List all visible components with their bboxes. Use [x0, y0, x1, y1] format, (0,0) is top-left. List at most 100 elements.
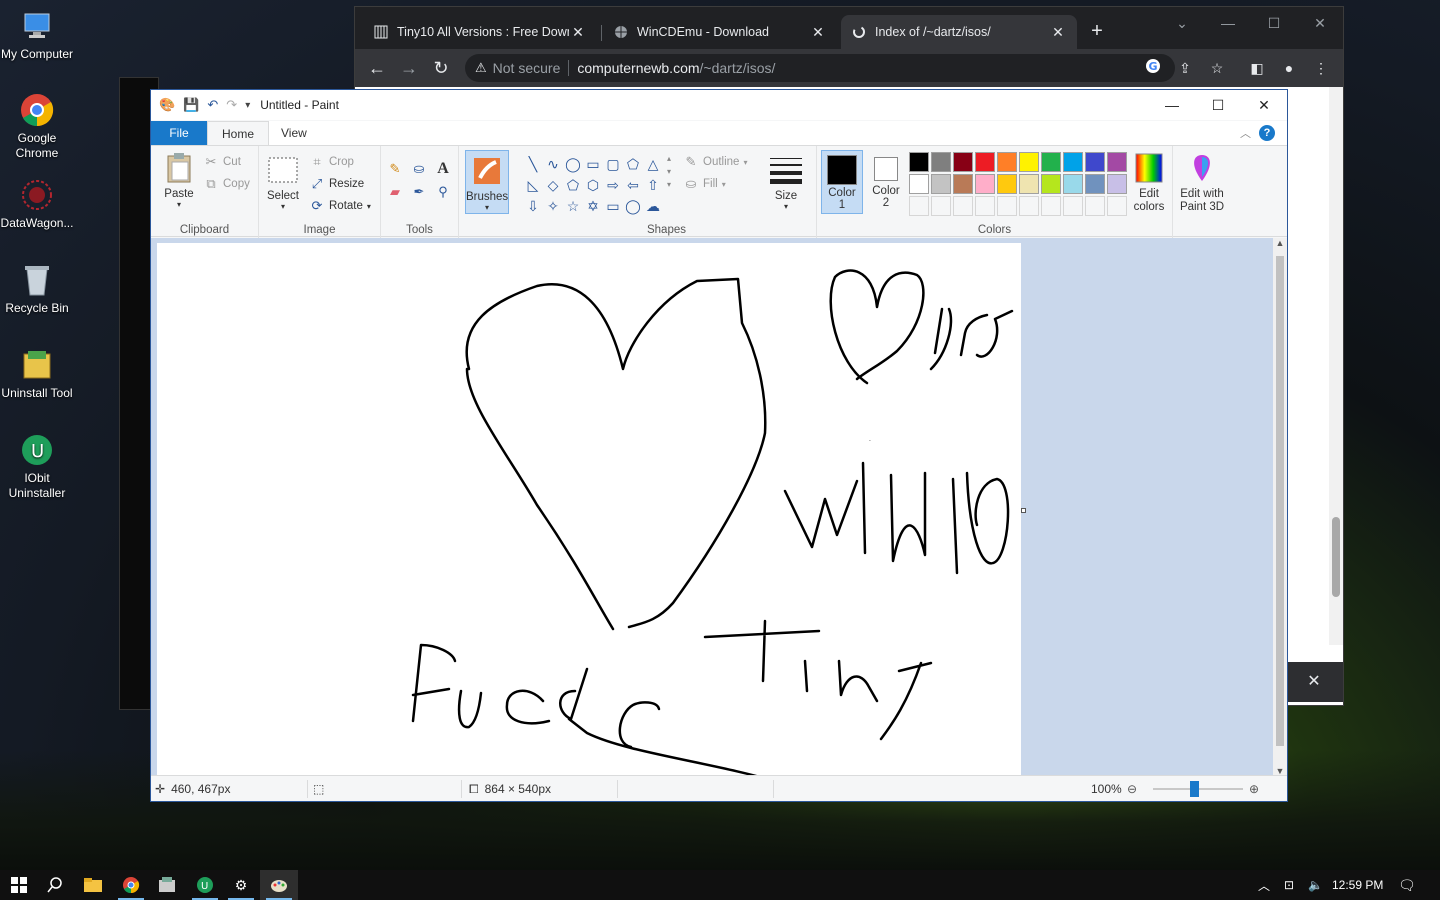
address-bar[interactable]: ⚠ Not secure computernewb.com/~dartz/iso… [465, 54, 1175, 82]
desktop-icon-google-chrome[interactable]: Google Chrome [0, 92, 74, 161]
palette-swatch[interactable] [997, 174, 1017, 194]
search-icon[interactable] [36, 870, 74, 900]
up-arrow-shape-icon[interactable]: ⇧ [643, 175, 663, 196]
palette-swatch[interactable] [909, 152, 929, 172]
curve-shape-icon[interactable]: ∿ [543, 154, 563, 175]
edit-colors-button[interactable]: Edit colors [1127, 152, 1171, 214]
color1-button[interactable]: Color 1 [821, 150, 863, 214]
start-icon[interactable] [0, 870, 38, 900]
palette-swatch[interactable] [1063, 196, 1083, 216]
palette-swatch[interactable] [1041, 174, 1061, 194]
paste-button[interactable]: Paste ▾ [159, 152, 199, 209]
undo-icon[interactable]: ↶ [207, 97, 218, 113]
desktop-icon-my-computer[interactable]: My Computer [0, 8, 74, 62]
settings-icon[interactable]: ⚙ [222, 870, 260, 900]
chrome-minimize-button[interactable]: — [1205, 15, 1251, 31]
iobit-icon[interactable]: U [186, 870, 224, 900]
callout-rect-icon[interactable]: ▭ [603, 196, 623, 217]
palette-swatch[interactable] [1085, 152, 1105, 172]
palette-swatch[interactable] [931, 174, 951, 194]
brushes-button[interactable]: Brushes ▾ [465, 150, 509, 214]
left-arrow-shape-icon[interactable]: ⇦ [623, 175, 643, 196]
five-point-star-icon[interactable]: ☆ [563, 196, 583, 217]
down-arrow-shape-icon[interactable]: ⇩ [523, 196, 543, 217]
triangle-shape-icon[interactable]: △ [643, 154, 663, 175]
notifications-icon[interactable]: 🗨 [1398, 870, 1416, 900]
palette-swatch[interactable] [1041, 196, 1061, 216]
back-icon[interactable]: ← [365, 57, 389, 79]
crop-button[interactable]: ⌗ Crop [309, 154, 354, 170]
close-icon[interactable]: ✕ [569, 24, 587, 41]
text-icon[interactable]: A [435, 160, 451, 178]
scrollbar-thumb[interactable] [1332, 517, 1340, 597]
minimize-button[interactable]: — [1149, 90, 1195, 120]
palette-swatch[interactable] [1041, 152, 1061, 172]
palette-swatch[interactable] [1107, 152, 1127, 172]
hexagon-shape-icon[interactable]: ⬡ [583, 175, 603, 196]
zoom-in-icon[interactable]: ⊕ [1249, 776, 1259, 802]
palette-swatch[interactable] [975, 152, 995, 172]
four-point-star-icon[interactable]: ✧ [543, 196, 563, 217]
google-lens-icon[interactable]: G [1143, 58, 1163, 78]
palette-swatch[interactable] [1063, 174, 1083, 194]
download-bar-close-icon[interactable]: ✕ [1285, 662, 1343, 702]
side-panel-icon[interactable]: ◧ [1247, 58, 1267, 78]
desktop-icon-uninstall-tool[interactable]: Uninstall Tool [0, 347, 74, 401]
palette-swatch[interactable] [1085, 174, 1105, 194]
resize-button[interactable]: ⤢ Resize [309, 176, 364, 192]
palette-swatch[interactable] [1063, 152, 1083, 172]
eraser-icon[interactable]: ▰ [387, 184, 403, 200]
diamond-shape-icon[interactable]: ◇ [543, 175, 563, 196]
tab-search-icon[interactable]: ⌄ [1159, 15, 1205, 32]
tab-view[interactable]: View [267, 121, 321, 145]
palette-swatch[interactable] [953, 174, 973, 194]
edit-with-paint3d-button[interactable]: Edit with Paint 3D [1175, 152, 1229, 214]
volume-icon[interactable]: 🔈 [1308, 878, 1323, 892]
polygon-shape-icon[interactable]: ⬠ [623, 154, 643, 175]
chrome-icon[interactable] [112, 870, 150, 900]
rotate-button[interactable]: ⟳ Rotate ▾ [309, 198, 371, 214]
redo-icon[interactable]: ↷ [226, 97, 237, 113]
chrome-scrollbar[interactable] [1329, 87, 1343, 645]
zoom-slider-thumb[interactable] [1190, 781, 1199, 797]
drawing-canvas[interactable]: · [157, 243, 1103, 776]
right-triangle-shape-icon[interactable]: ◺ [523, 175, 543, 196]
scrollbar-thumb[interactable] [1276, 256, 1284, 746]
profile-icon[interactable]: ● [1279, 58, 1299, 78]
reload-icon[interactable]: ↻ [429, 57, 453, 79]
new-tab-button[interactable]: + [1087, 21, 1107, 41]
tab-home[interactable]: Home [207, 121, 270, 145]
size-button[interactable]: Size ▾ [765, 154, 807, 211]
color2-button[interactable]: Color 2 [865, 150, 907, 214]
forward-icon[interactable]: → [397, 57, 421, 79]
line-shape-icon[interactable]: ╲ [523, 154, 543, 175]
color-picker-icon[interactable]: ✒ [411, 184, 427, 200]
callout-oval-icon[interactable]: ◯ [623, 196, 643, 217]
close-icon[interactable]: ✕ [1049, 24, 1067, 41]
right-arrow-shape-icon[interactable]: ⇨ [603, 175, 623, 196]
scroll-up-icon[interactable]: ▲ [1273, 238, 1287, 248]
desktop-icon-datawagon[interactable]: DataWagon... [0, 177, 74, 231]
palette-swatch[interactable] [1107, 174, 1127, 194]
palette-swatch[interactable] [1107, 196, 1127, 216]
paint-icon[interactable] [260, 870, 298, 900]
copy-button[interactable]: ⧉ Copy [203, 176, 250, 192]
file-explorer-icon[interactable] [74, 870, 112, 900]
tab-wincdemu[interactable]: WinCDEmu - Download ✕ [603, 15, 837, 49]
fill-bucket-icon[interactable]: ⛀ [411, 161, 427, 177]
bookmark-star-icon[interactable]: ☆ [1207, 58, 1227, 78]
rectangle-shape-icon[interactable]: ▭ [583, 154, 603, 175]
desktop-icon-recycle-bin[interactable]: Recycle Bin [0, 262, 74, 316]
share-icon[interactable]: ⇪ [1175, 58, 1195, 78]
clock[interactable]: 12:59 PM [1332, 870, 1383, 900]
customize-qa-icon[interactable]: ▾ [245, 100, 250, 111]
palette-swatch[interactable] [909, 174, 929, 194]
desktop-icon-iobit[interactable]: U IObit Uninstaller [0, 432, 74, 501]
tab-tiny10[interactable]: Tiny10 All Versions : Free Downlo ✕ [363, 15, 597, 49]
outline-button[interactable]: ✎ Outline ▾ [683, 154, 748, 170]
chrome-close-button[interactable]: ✕ [1297, 15, 1343, 32]
zoom-out-icon[interactable]: ⊖ [1127, 776, 1137, 802]
close-button[interactable]: ✕ [1241, 90, 1287, 120]
network-icon[interactable]: ⊡ [1284, 878, 1294, 892]
save-icon[interactable]: 💾 [183, 97, 199, 113]
